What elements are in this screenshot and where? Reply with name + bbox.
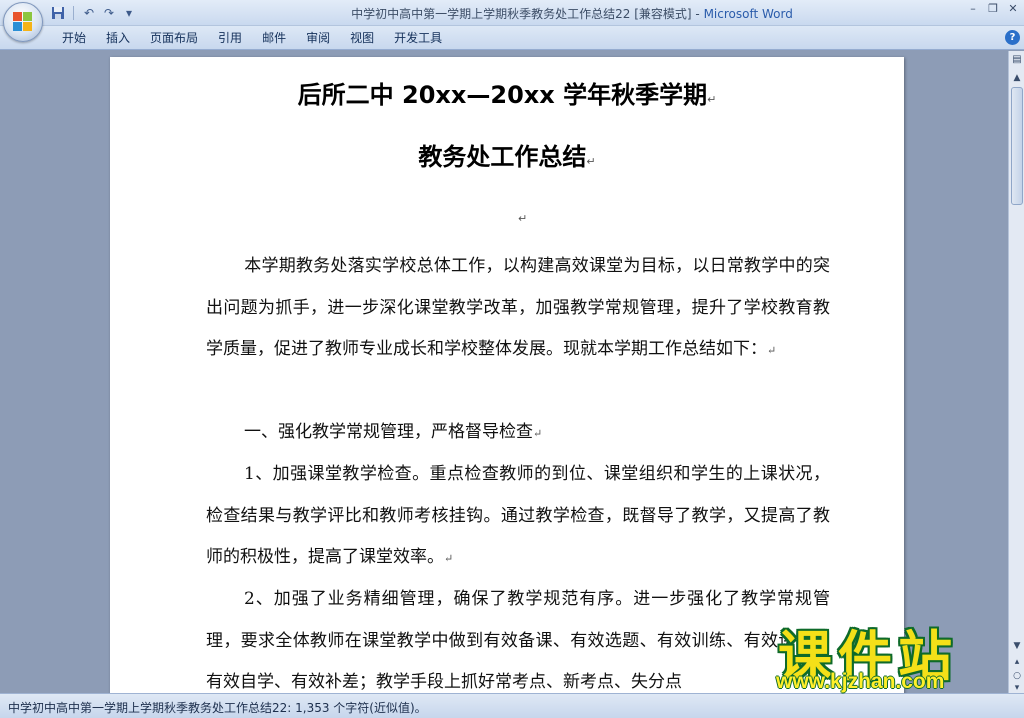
title-line2-text: 教务处工作总结: [418, 143, 587, 171]
paragraph-text: 2、加强了业务精细管理，确保了教学规范有序。进一步强化了教学常规管理，要求全体教…: [206, 589, 830, 692]
paragraph-text: 本学期教务处落实学校总体工作，以构建高效课堂为目标，以日常教学中的突出问题为抓手…: [206, 256, 830, 359]
document-area: 后所二中 20xx—20xx 学年秋季学期↵ 教务处工作总结↵ ↵ 本学期教务处…: [0, 51, 1008, 693]
tab-page-layout[interactable]: 页面布局: [140, 30, 208, 46]
restore-icon[interactable]: ❐: [986, 2, 1000, 16]
qat-separator: [73, 6, 74, 20]
previous-page-icon[interactable]: ▴: [1010, 655, 1024, 669]
paragraph-mark: ↵: [586, 155, 596, 168]
window-title-app: Microsoft Word: [703, 7, 793, 21]
watermark-url: www.kjzhan.com: [776, 670, 945, 693]
paragraph-mark: ↵: [533, 427, 543, 440]
tab-insert[interactable]: 插入: [96, 30, 140, 46]
title-line1-text: 后所二中 20xx—20xx 学年秋季学期: [297, 81, 708, 109]
paragraph-mark: ↵: [444, 552, 454, 565]
window-title-separator: -: [691, 7, 704, 21]
document-title-line1: 后所二中 20xx—20xx 学年秋季学期↵: [110, 75, 904, 110]
quick-access-toolbar: ↶ ↷ ▾: [50, 3, 137, 23]
tab-review[interactable]: 审阅: [296, 30, 340, 46]
office-button[interactable]: [3, 2, 43, 42]
help-icon[interactable]: ?: [1005, 30, 1020, 45]
tab-developer[interactable]: 开发工具: [384, 30, 452, 46]
close-icon[interactable]: ✕: [1006, 2, 1020, 16]
window-title-document: 中学初中高中第一学期上学期秋季教务处工作总结22 [兼容模式]: [351, 7, 692, 21]
body-paragraph: 本学期教务处落实学校总体工作，以构建高效课堂为目标，以日常教学中的突出问题为抓手…: [206, 246, 830, 372]
redo-icon[interactable]: ↷: [101, 5, 117, 21]
title-bar: ↶ ↷ ▾ 中学初中高中第一学期上学期秋季教务处工作总结22 [兼容模式] - …: [0, 0, 1024, 26]
window-title: 中学初中高中第一学期上学期秋季教务处工作总结22 [兼容模式] - Micros…: [200, 5, 944, 22]
ribbon-tabs: 开始 插入 页面布局 引用 邮件 审阅 视图 开发工具: [52, 30, 452, 46]
tab-mailings[interactable]: 邮件: [252, 30, 296, 46]
body-paragraph: 1、加强课堂教学检查。重点检查教师的到位、课堂组织和学生的上课状况，检查结果与教…: [206, 454, 830, 580]
ruler-toggle-icon[interactable]: ▤: [1010, 53, 1024, 67]
ribbon-tab-row: 开始 插入 页面布局 引用 邮件 审阅 视图 开发工具 ?: [0, 26, 1024, 50]
window-controls: – ❐ ✕: [966, 2, 1020, 16]
document-page[interactable]: 后所二中 20xx—20xx 学年秋季学期↵ 教务处工作总结↵ ↵ 本学期教务处…: [110, 57, 904, 693]
paragraph-mark: ↵: [767, 344, 777, 357]
vertical-scrollbar[interactable]: ▤ ▲ ▼ ▴ ○ ▾: [1008, 51, 1024, 693]
minimize-icon[interactable]: –: [966, 2, 980, 16]
scroll-up-icon[interactable]: ▲: [1010, 71, 1024, 85]
watermark-logo: 课件站 www.kjzhan.com: [772, 612, 1012, 697]
status-text: 中学初中高中第一学期上学期秋季教务处工作总结22: 1,353 个字符(近似值)…: [8, 701, 427, 715]
section-heading: 一、强化教学常规管理，严格督导检查↵: [206, 412, 830, 455]
scrollbar-thumb[interactable]: [1011, 87, 1023, 205]
paragraph-mark: ↵: [707, 93, 717, 106]
paragraph-text: 1、加强课堂教学检查。重点检查教师的到位、课堂组织和学生的上课状况，检查结果与教…: [206, 464, 830, 567]
tab-view[interactable]: 视图: [340, 30, 384, 46]
tab-references[interactable]: 引用: [208, 30, 252, 46]
save-icon[interactable]: [50, 5, 66, 21]
document-title-line2: 教务处工作总结↵: [110, 137, 904, 172]
scroll-down-icon[interactable]: ▼: [1010, 639, 1024, 653]
empty-paragraph-mark: ↵: [518, 212, 528, 225]
tab-home[interactable]: 开始: [52, 30, 96, 46]
body-paragraph: 2、加强了业务精细管理，确保了教学规范有序。进一步强化了教学常规管理，要求全体教…: [206, 579, 830, 693]
paragraph-text: 一、强化教学常规管理，严格督导检查: [244, 422, 533, 442]
customize-qat-icon[interactable]: ▾: [121, 5, 137, 21]
office-logo-icon: [13, 12, 33, 32]
undo-icon[interactable]: ↶: [81, 5, 97, 21]
